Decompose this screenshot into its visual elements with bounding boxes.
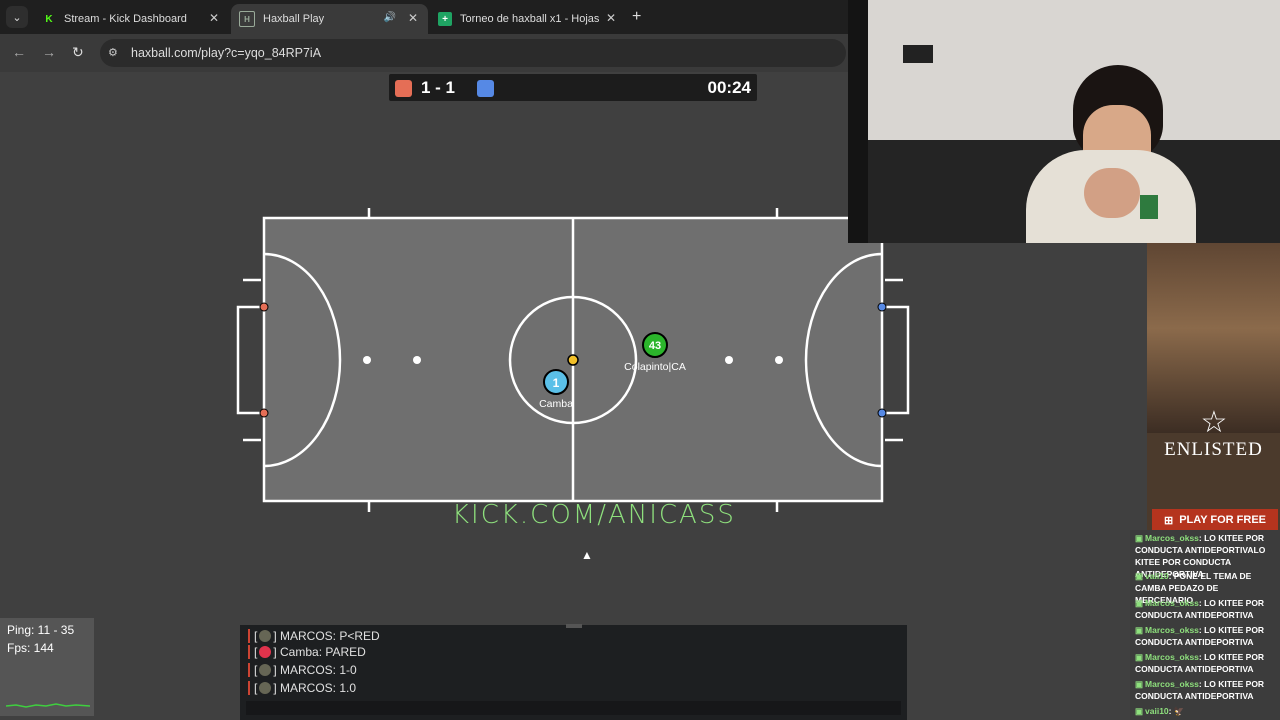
penalty-spot (725, 356, 733, 364)
goal-post-blue (877, 408, 887, 418)
browser-toolbar: ← → ↻ ⚙ haxball.com/play?c=yqo_84RP7iA (0, 34, 850, 72)
address-bar[interactable]: ⚙ haxball.com/play?c=yqo_84RP7iA (100, 39, 846, 67)
fps-text: Fps: 144 (7, 641, 54, 655)
ball (567, 354, 579, 366)
chat-message: ▣ Marcos_okss: LO KITEE POR CONDUCTA ANTI… (1135, 625, 1265, 647)
star-icon: ☆ (1200, 406, 1228, 439)
soccer-field: 1 Camba 43 Colapinto|CA (236, 208, 910, 512)
fps-graph (6, 703, 90, 708)
ad-title: ENLISTED (1164, 439, 1263, 460)
chat-message: [] MARCOS: 1-0 (248, 663, 357, 677)
tab-kick-dashboard[interactable]: K Stream - Kick Dashboard ✕ (34, 4, 229, 34)
shirt-badge (1140, 195, 1158, 219)
score-text: 1 - 1 (421, 78, 456, 97)
sheets-icon: + (438, 12, 452, 26)
windows-icon: ⊞ (1163, 514, 1174, 527)
url-text[interactable]: haxball.com/play?c=yqo_84RP7iA (131, 46, 321, 60)
chat-message: ▣ Marcos_okss: LO KITEE POR CONDUCTA ANTI… (1135, 652, 1265, 674)
player-name: Camba (539, 398, 573, 410)
match-timer: 00:24 (707, 78, 751, 97)
right-goal (882, 305, 910, 415)
game-chat: [] MARCOS: P<RED [] Camba: PARED [] MARC… (240, 624, 907, 720)
tab-search-button[interactable]: ⌄ (6, 6, 28, 28)
badge-icon: ▣ (1135, 652, 1144, 662)
stream-url-overlay: KICK.COM/ANICASS (452, 500, 736, 530)
badge-icon: ▣ (1135, 598, 1144, 608)
doorframe (848, 0, 868, 243)
badge-icon: ▣ (1135, 679, 1144, 689)
new-tab-button[interactable]: + (632, 8, 641, 26)
tab-torneo-sheet[interactable]: + Torneo de haxball x1 - Hojas de ✕ (430, 4, 626, 34)
player-number: 1 (553, 376, 560, 390)
goal-post-red (259, 302, 269, 312)
tab-haxball-play[interactable]: H Haxball Play 🔊 ✕ (231, 4, 428, 34)
chat-input[interactable] (246, 701, 901, 715)
chat-message: [] Camba: PARED (248, 645, 366, 659)
red-ball-icon (259, 646, 272, 658)
chat-message: ▣ Marcos_okss: LO KITEE POR CONDUCTA ANTI… (1135, 598, 1265, 620)
speaker-icon[interactable]: 🔊 (384, 12, 396, 23)
close-icon[interactable]: ✕ (408, 11, 418, 25)
person-hand (1084, 168, 1140, 218)
webcam-overlay (848, 0, 1280, 243)
goal-post-red (259, 408, 269, 418)
goal-post-blue (877, 302, 887, 312)
chevron-down-icon: ⌄ (12, 11, 22, 24)
tab-label: Stream - Kick Dashboard (64, 13, 187, 25)
ad-soldier-image (1147, 243, 1280, 433)
close-icon[interactable]: ✕ (209, 11, 219, 25)
reload-button[interactable]: ↻ (72, 44, 84, 61)
penalty-spot (363, 356, 371, 364)
badge-icon: ▣ (1135, 706, 1144, 716)
player-name: Colapinto|CA (624, 361, 686, 373)
stream-chat: ▣ Marcos_okss: LO KITEE POR CONDUCTA ANTI… (1130, 530, 1280, 720)
tab-label: Haxball Play (263, 13, 325, 25)
chat-message: [] MARCOS: 1.0 (248, 681, 356, 695)
chat-resize-handle[interactable] (566, 624, 582, 628)
player-number: 43 (649, 340, 661, 352)
red-team-color (395, 80, 412, 97)
tab-label: Torneo de haxball x1 - Hojas de (460, 13, 600, 25)
play-for-free-button[interactable]: ⊞ PLAY FOR FREE (1152, 509, 1278, 531)
person-icon (259, 664, 272, 676)
blue-team-color (477, 80, 494, 97)
wall-object (903, 45, 933, 63)
back-button[interactable]: ← (12, 44, 26, 60)
penalty-spot (413, 356, 421, 364)
chat-message: ▣ Marcos_okss: LO KITEE POR CONDUCTA ANTI… (1135, 679, 1265, 701)
badge-icon: ▣ (1135, 533, 1144, 543)
close-icon[interactable]: ✕ (606, 11, 616, 25)
chat-message: [] MARCOS: P<RED (248, 629, 380, 643)
person-icon (259, 682, 272, 694)
left-goal (236, 305, 264, 415)
person-icon (259, 630, 272, 642)
badge-icon: ▣ (1135, 625, 1144, 635)
haxball-icon: H (239, 11, 255, 27)
badge-icon: ▣ (1135, 571, 1144, 581)
mouse-cursor-icon: ▲ (581, 548, 593, 562)
ad-banner[interactable]: ☆ ENLISTED ⊞ PLAY FOR FREE (1147, 243, 1280, 533)
kick-icon: K (45, 13, 53, 25)
ping-text: Ping: 11 - 35 (7, 623, 75, 637)
stats-panel: Ping: 11 - 35 Fps: 144 (0, 618, 94, 716)
forward-button[interactable]: → (42, 44, 56, 60)
penalty-spot (775, 356, 783, 364)
site-info-icon[interactable]: ⚙ (108, 46, 118, 59)
chat-message: ▣ vaii10: 🦅 (1135, 706, 1185, 716)
scoreboard: 1 - 1 00:24 (389, 74, 757, 101)
